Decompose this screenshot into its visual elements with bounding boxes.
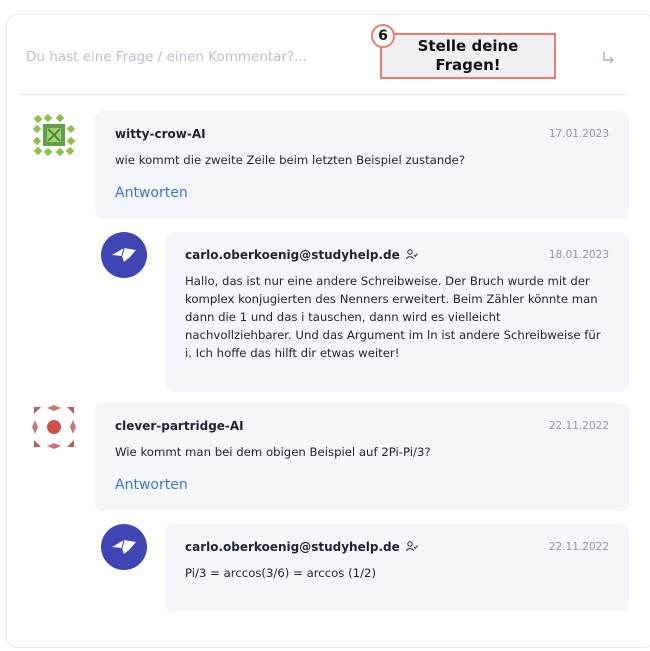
reply-text: Hallo, das ist nur eine andere Schreibwe… bbox=[185, 274, 601, 360]
comment-text: Wie kommt man bei dem obigen Beispiel au… bbox=[115, 445, 431, 459]
callout-box: Stelle deine Fragen! bbox=[380, 33, 556, 79]
comment-bubble: witty-crow-AI 17.01.2023 wie kommt die z… bbox=[95, 111, 629, 219]
reply-text: Pi/3 = arccos(3/6) = arccos (1/2) bbox=[185, 566, 377, 580]
reply-author: carlo.oberkoenig@studyhelp.de bbox=[185, 540, 418, 555]
comment-bubble: clever-partridge-AI 22.11.2022 Wie kommt… bbox=[95, 403, 629, 511]
reply-link[interactable]: Antworten bbox=[115, 477, 188, 493]
comment-author: witty-crow-AI bbox=[115, 127, 206, 141]
comment-input[interactable] bbox=[26, 49, 356, 65]
identicon-green-avatar bbox=[31, 112, 97, 158]
comment-text: wie kommt die zweite Zeile beim letzten … bbox=[115, 153, 466, 167]
reply-arrow-icon[interactable] bbox=[600, 50, 618, 68]
comment-date: 22.11.2022 bbox=[548, 420, 609, 432]
studyhelp-logo-icon bbox=[101, 232, 147, 278]
comment-date: 17.01.2023 bbox=[548, 128, 609, 140]
reply-date: 18.01.2023 bbox=[548, 249, 609, 261]
reply-date: 22.11.2022 bbox=[548, 541, 609, 553]
reply-author: carlo.oberkoenig@studyhelp.de bbox=[185, 248, 418, 263]
verified-user-icon bbox=[405, 248, 418, 263]
comment-author: clever-partridge-AI bbox=[115, 419, 244, 433]
reply-link[interactable]: Antworten bbox=[115, 185, 188, 201]
verified-user-icon bbox=[405, 540, 418, 555]
callout-number-badge: 6 bbox=[371, 24, 395, 48]
reply-bubble: carlo.oberkoenig@studyhelp.de 22.11.2022… bbox=[165, 524, 629, 611]
identicon-red-avatar bbox=[31, 404, 77, 450]
reply-bubble: carlo.oberkoenig@studyhelp.de 18.01.2023… bbox=[165, 232, 629, 392]
callout-text: Stelle deine Fragen! bbox=[417, 37, 519, 74]
studyhelp-logo-icon bbox=[101, 524, 147, 570]
